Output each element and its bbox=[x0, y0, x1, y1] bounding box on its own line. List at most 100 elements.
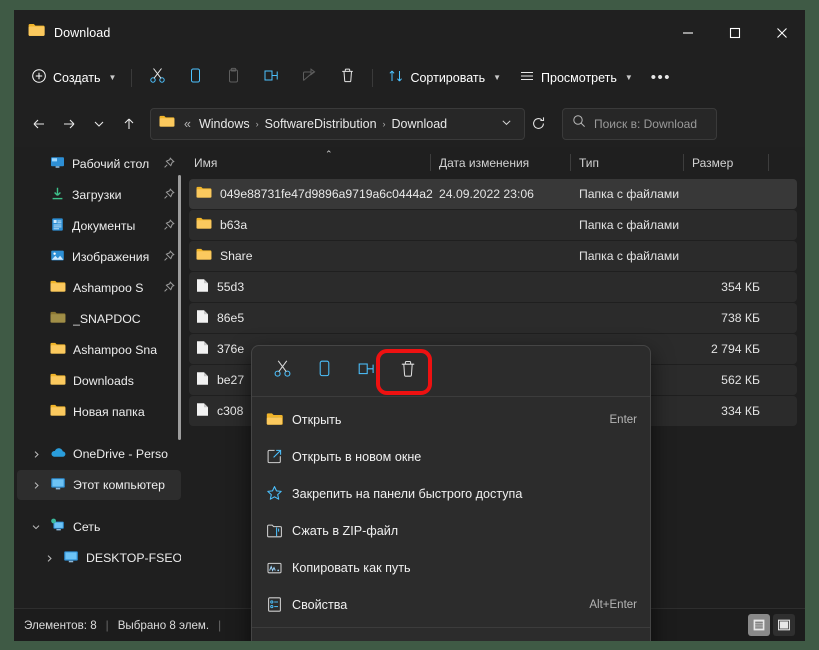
column-header-name[interactable]: Имя ⌃ bbox=[185, 147, 430, 178]
minimize-button[interactable] bbox=[664, 10, 711, 55]
chevron-down-icon: ▼ bbox=[108, 73, 117, 82]
breadcrumb-item-download[interactable]: Download bbox=[388, 115, 452, 133]
file-size: 2 794 КБ bbox=[711, 342, 760, 356]
table-row[interactable]: 86e5 738 КБ bbox=[189, 303, 797, 333]
sidebar-item-label: Документы bbox=[72, 219, 136, 233]
context-item-label: Открыть bbox=[292, 412, 342, 427]
sidebar-item-label: Загрузки bbox=[72, 188, 122, 202]
context-item-label: Открыть в новом окне bbox=[292, 449, 422, 464]
file-size: 334 КБ bbox=[721, 404, 760, 418]
more-button[interactable]: ••• bbox=[642, 62, 680, 94]
sidebar-item-label: Ashampoo S bbox=[73, 281, 144, 295]
properties-icon bbox=[266, 596, 292, 613]
sidebar-item-new-folder[interactable]: Новая папка bbox=[17, 397, 181, 427]
context-copy-button[interactable] bbox=[304, 354, 344, 388]
breadcrumb-prefix[interactable]: « bbox=[180, 115, 195, 133]
rename-icon bbox=[263, 67, 280, 89]
context-item-shortcut: Enter bbox=[609, 413, 638, 426]
context-item-pin-quick-access[interactable]: Закрепить на панели быстрого доступа bbox=[252, 475, 650, 512]
context-item-label: Копировать как путь bbox=[292, 560, 411, 575]
table-row[interactable]: 55d3 354 КБ bbox=[189, 272, 797, 302]
column-header-date[interactable]: Дата изменения bbox=[430, 147, 570, 178]
cut-icon bbox=[273, 359, 292, 383]
context-cut-button[interactable] bbox=[262, 354, 302, 388]
file-icon bbox=[196, 340, 209, 358]
sidebar-item-downloads[interactable]: Загрузки bbox=[17, 180, 181, 210]
sidebar-item-label: OneDrive - Perso bbox=[73, 447, 168, 461]
view-button[interactable]: Просмотреть ▼ bbox=[510, 62, 642, 94]
maximize-button[interactable] bbox=[711, 10, 758, 55]
open-folder-icon bbox=[266, 412, 292, 427]
sidebar-item-snapdoc[interactable]: _SNAPDOC bbox=[17, 304, 181, 334]
sidebar-item-documents[interactable]: Документы bbox=[17, 211, 181, 241]
sidebar-item-label: Downloads bbox=[73, 374, 134, 388]
back-button[interactable] bbox=[24, 109, 54, 139]
chevron-right-icon[interactable] bbox=[29, 481, 43, 490]
context-rename-button[interactable] bbox=[346, 354, 386, 388]
delete-button[interactable] bbox=[328, 62, 366, 94]
sidebar-item-network[interactable]: Сеть bbox=[17, 512, 181, 542]
new-button[interactable]: Создать ▼ bbox=[22, 62, 125, 94]
context-item-open[interactable]: Открыть Enter bbox=[252, 401, 650, 438]
file-type: Папка с файлами bbox=[579, 218, 680, 232]
table-row[interactable]: b63a Папка с файлами bbox=[189, 210, 797, 240]
context-item-label: Свойства bbox=[292, 597, 348, 612]
sort-button-label: Сортировать bbox=[410, 70, 486, 85]
context-item-properties[interactable]: Свойства Alt+Enter bbox=[252, 586, 650, 623]
cut-button[interactable] bbox=[138, 62, 176, 94]
sort-button[interactable]: Сортировать ▼ bbox=[379, 62, 510, 94]
context-item-open-new-window[interactable]: Открыть в новом окне bbox=[252, 438, 650, 475]
sidebar-item-downloads-folder[interactable]: Downloads bbox=[17, 366, 181, 396]
column-header-label: Имя bbox=[194, 155, 218, 170]
up-button[interactable] bbox=[114, 109, 144, 139]
close-button[interactable] bbox=[758, 10, 805, 55]
recent-locations-button[interactable] bbox=[84, 109, 114, 139]
context-delete-button[interactable] bbox=[388, 354, 428, 388]
context-item-compress-zip[interactable]: Сжать в ZIP-файл bbox=[252, 512, 650, 549]
breadcrumb-dropdown-icon[interactable] bbox=[495, 117, 518, 130]
refresh-button[interactable] bbox=[525, 111, 551, 137]
zip-icon bbox=[266, 523, 292, 539]
new-button-label: Создать bbox=[53, 70, 101, 85]
table-row[interactable]: 049e88731fe47d9896a9719a6c0444a2 24.09.2… bbox=[189, 179, 797, 209]
sidebar-item-ashampoo-s[interactable]: Ashampoo S bbox=[17, 273, 181, 303]
paste-button[interactable] bbox=[214, 62, 252, 94]
pc-icon bbox=[63, 549, 79, 567]
preview-pane-icon[interactable] bbox=[773, 614, 795, 636]
breadcrumb[interactable]: « Windows › SoftwareDistribution › Downl… bbox=[150, 107, 525, 140]
toolbar-divider bbox=[131, 68, 133, 87]
toolbar-divider-2 bbox=[372, 68, 374, 87]
share-button[interactable] bbox=[290, 62, 328, 94]
folder-icon bbox=[50, 342, 66, 358]
forward-button[interactable] bbox=[54, 109, 84, 139]
chevron-right-icon[interactable] bbox=[29, 450, 43, 459]
sidebar-scrollbar[interactable] bbox=[178, 175, 181, 440]
chevron-down-icon: ▼ bbox=[493, 73, 502, 82]
navigation-pane: Рабочий стол Загрузки Документы Изображе… bbox=[14, 147, 185, 597]
column-header-extra[interactable] bbox=[768, 147, 805, 178]
sidebar-item-onedrive[interactable]: OneDrive - Perso bbox=[17, 439, 181, 469]
chevron-down-icon[interactable] bbox=[29, 522, 43, 532]
copy-button[interactable] bbox=[176, 62, 214, 94]
downloads-icon bbox=[50, 186, 65, 204]
breadcrumb-item-softwaredistribution[interactable]: SoftwareDistribution bbox=[261, 115, 381, 133]
chevron-right-icon[interactable] bbox=[42, 554, 56, 563]
sidebar-item-pictures[interactable]: Изображения bbox=[17, 242, 181, 272]
breadcrumb-item-windows[interactable]: Windows bbox=[195, 115, 254, 133]
column-header-type[interactable]: Тип bbox=[570, 147, 683, 178]
search-placeholder: Поиск в: Download bbox=[594, 116, 697, 131]
context-item-copy-as-path[interactable]: Копировать как путь bbox=[252, 549, 650, 586]
copy-path-icon bbox=[266, 560, 292, 576]
context-item-open-terminal[interactable]: Открыть в Терминале bbox=[252, 632, 650, 641]
search-input[interactable]: Поиск в: Download bbox=[562, 107, 717, 140]
rename-button[interactable] bbox=[252, 62, 290, 94]
delete-icon bbox=[398, 359, 418, 384]
sidebar-item-desktop-fseo[interactable]: DESKTOP-FSEO bbox=[17, 543, 181, 573]
sidebar-item-desktop[interactable]: Рабочий стол bbox=[17, 149, 181, 179]
sidebar-item-ashampoo-sna[interactable]: Ashampoo Sna bbox=[17, 335, 181, 365]
column-header-size[interactable]: Размер bbox=[683, 147, 768, 178]
details-view-icon[interactable] bbox=[748, 614, 770, 636]
column-header-label: Дата изменения bbox=[439, 155, 530, 170]
table-row[interactable]: Share Папка с файлами bbox=[189, 241, 797, 271]
sidebar-item-this-pc[interactable]: Этот компьютер bbox=[17, 470, 181, 500]
